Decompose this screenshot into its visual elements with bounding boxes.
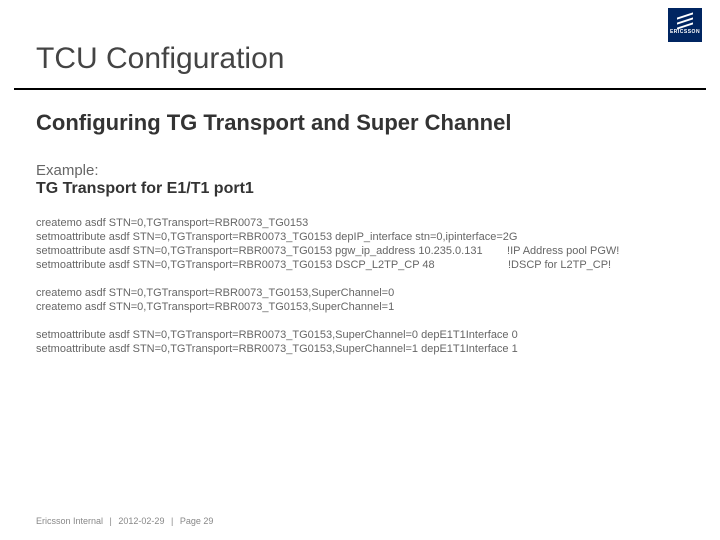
ericsson-logo: ERICSSON [668,8,702,42]
footer: Ericsson Internal | 2012-02-29 | Page 29 [36,516,213,526]
slide-title: TCU Configuration [36,42,284,76]
footer-page: Page 29 [180,516,214,526]
section-label: TG Transport for E1/T1 port1 [36,180,254,198]
footer-date: 2012-02-29 [118,516,164,526]
footer-classification: Ericsson Internal [36,516,103,526]
subtitle: Configuring TG Transport and Super Chann… [36,110,511,136]
example-label: Example: [36,162,99,179]
divider [14,88,706,90]
brand-name: ERICSSON [670,29,700,35]
code-block: createmo asdf STN=0,TGTransport=RBR0073_… [36,216,619,356]
